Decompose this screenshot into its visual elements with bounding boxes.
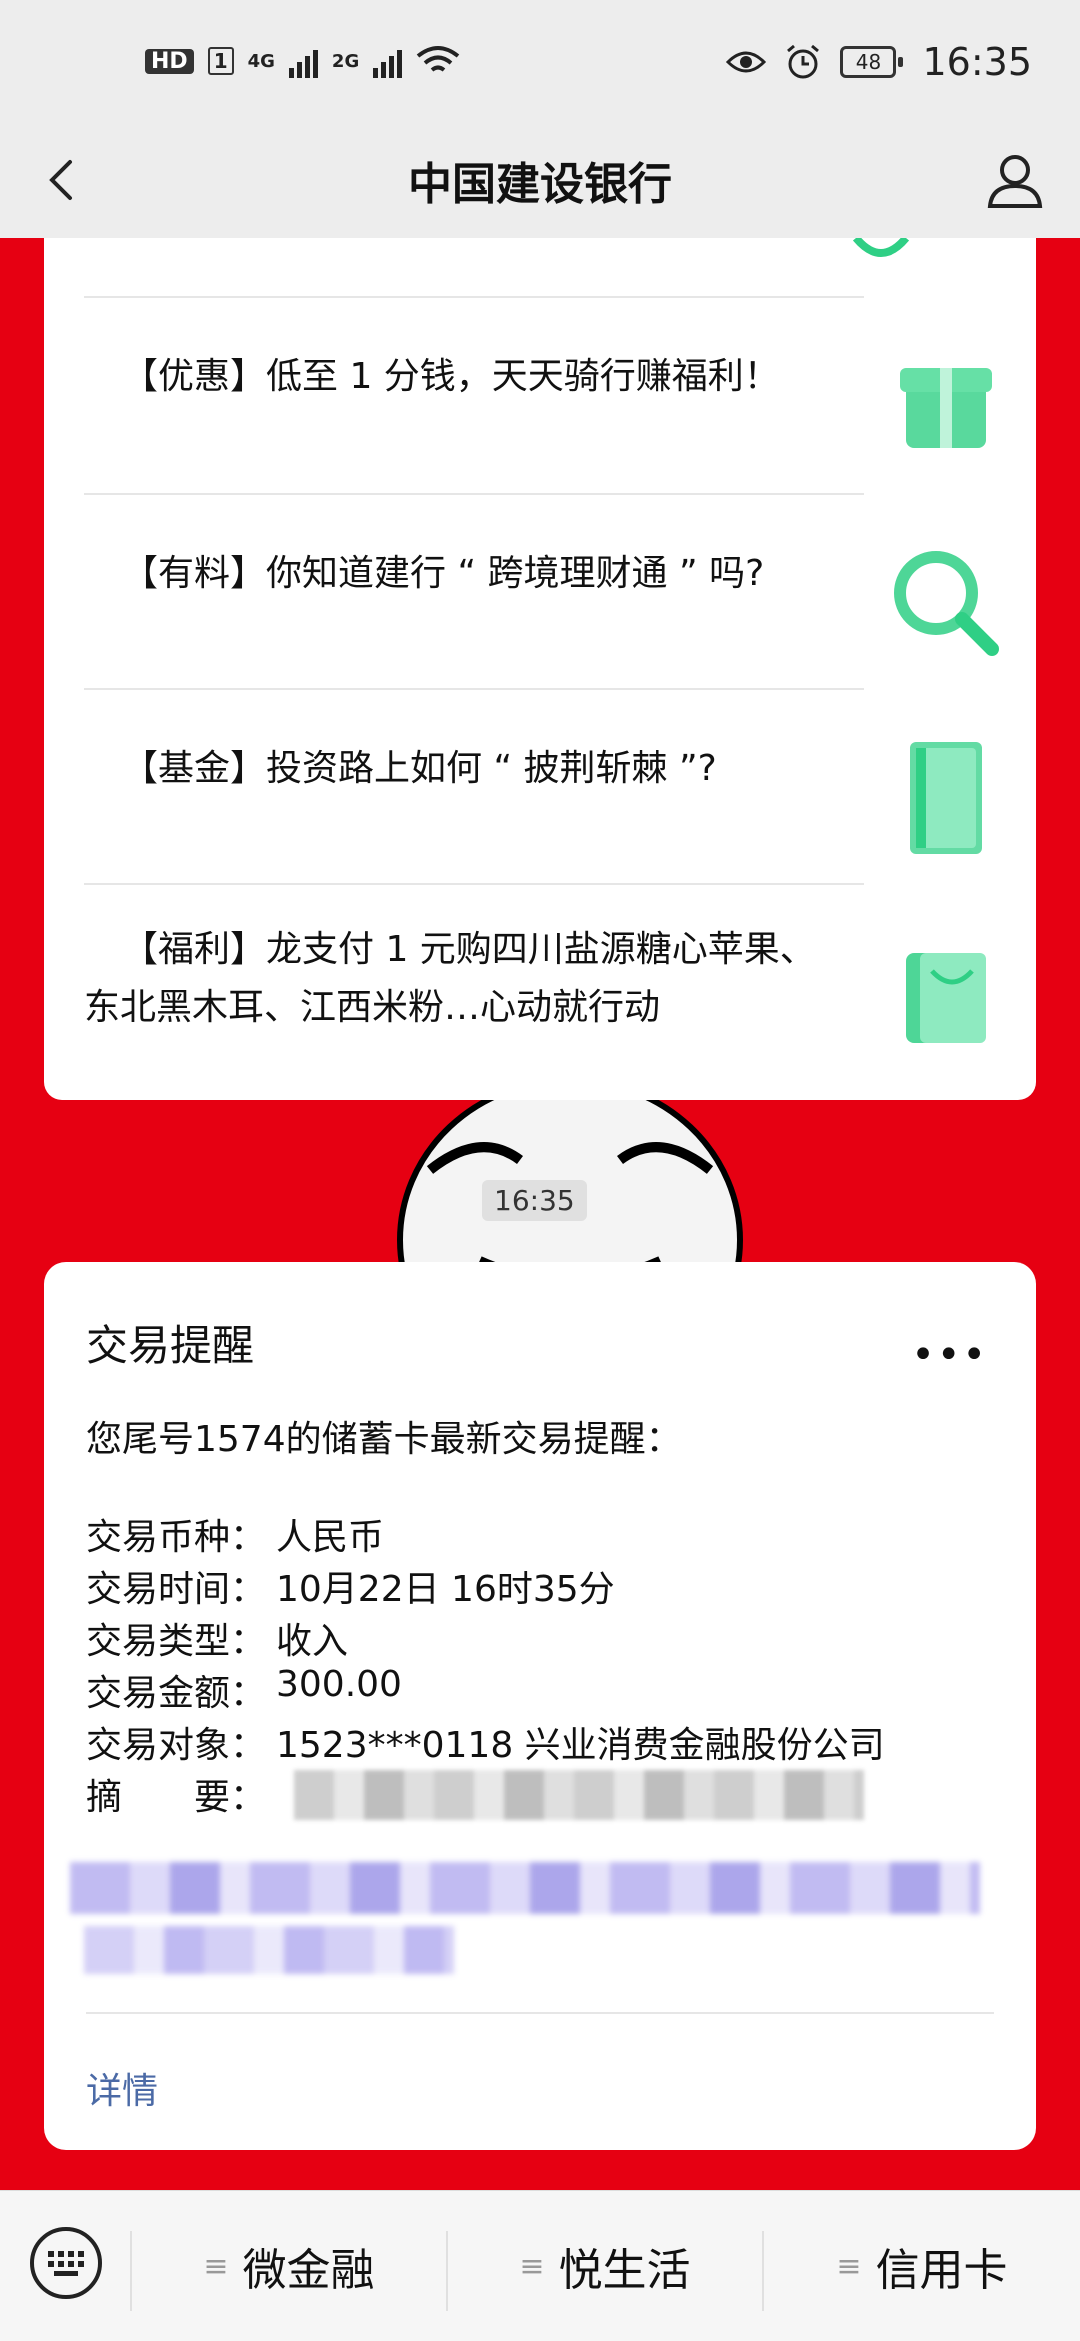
menu-yue-shenghuo[interactable]: ≡ 悦生活 — [448, 2191, 762, 2341]
redacted-summary — [294, 1770, 864, 1820]
detail-key: 摘 要： — [86, 1777, 267, 1818]
feed-item-text-line2: 东北黑木耳、江西米粉…心动就行动 — [84, 987, 661, 1028]
redacted-text — [84, 1926, 454, 1974]
detail-row: 交易金额： 300.00 — [86, 1664, 402, 1716]
feed-item-text: 投资路上如何 “ 披荆斩棘 ”? — [266, 748, 717, 789]
detail-value: 10月22日 16时35分 — [276, 1569, 615, 1610]
gift-icon — [900, 368, 992, 448]
user-profile-icon[interactable] — [980, 146, 1050, 216]
page-title: 中国建设银行 — [408, 159, 672, 210]
divider — [84, 688, 864, 690]
wifi-icon — [416, 46, 460, 72]
feed-item[interactable]: 【福利】龙支付 1 元购四川盐源糖心苹果、 东北黑木耳、江西米粉…心动就行动 — [84, 903, 1016, 1083]
feed-item[interactable]: 【优惠】低至 1 分钱，天天骑行赚福利！ — [84, 318, 1016, 498]
status-bar: HD 1 4G 2G 48 16:35 — [0, 0, 1080, 132]
feed-item[interactable]: 【基金】投资路上如何 “ 披荆斩棘 ”? — [84, 708, 1016, 888]
message-timestamp: 16:35 — [482, 1180, 587, 1221]
eye-icon — [726, 51, 767, 73]
keyboard-icon[interactable] — [28, 2225, 104, 2301]
menu-credit-card[interactable]: ≡ 信用卡 — [764, 2191, 1080, 2341]
more-options-icon[interactable]: ••• — [911, 1332, 988, 1378]
divider — [86, 2012, 994, 2014]
detail-value: 1523***0118 兴业消费金融股份公司 — [276, 1725, 885, 1766]
feed-item[interactable]: 【有料】你知道建行 “ 跨境理财通 ” 吗? — [84, 513, 1016, 693]
detail-value: 收入 — [276, 1621, 349, 1662]
menu-label: 微金融 — [242, 2245, 375, 2296]
clock: 16:35 — [922, 40, 1032, 84]
divider — [84, 296, 864, 298]
signal-icon — [288, 44, 318, 78]
detail-row: 交易币种： 人民币 — [86, 1508, 384, 1560]
detail-row: 交易时间： 10月22日 16时35分 — [86, 1560, 615, 1612]
detail-key: 交易对象： — [86, 1725, 267, 1766]
feed-item-tag: 【优惠】 — [122, 356, 267, 397]
detail-key: 交易金额： — [86, 1673, 267, 1714]
battery-icon: 48 — [840, 46, 904, 78]
detail-value: 300.00 — [276, 1664, 402, 1705]
divider — [84, 493, 864, 495]
detail-row: 交易对象： 1523***0118 兴业消费金融股份公司 — [86, 1716, 885, 1768]
feed-item-text: 龙支付 1 元购四川盐源糖心苹果、 — [266, 929, 816, 970]
divider — [84, 883, 864, 885]
menu-list-icon: ≡ — [519, 2248, 545, 2284]
article-feed-card: 【优惠】低至 1 分钱，天天骑行赚福利！ 【有料】你知道建行 “ 跨境理财通 ”… — [44, 238, 1036, 1100]
detail-key: 交易时间： — [86, 1569, 267, 1610]
feed-item-text: 你知道建行 “ 跨境理财通 ” 吗? — [266, 553, 765, 594]
menu-wei-jinrong[interactable]: ≡ 微金融 — [132, 2191, 446, 2341]
transaction-alert-card[interactable]: 交易提醒 ••• 您尾号1574的储蓄卡最新交易提醒： 交易币种： 人民币 交易… — [44, 1262, 1036, 2150]
sim-badge: 1 — [207, 47, 234, 75]
card-intro: 您尾号1574的储蓄卡最新交易提醒： — [86, 1419, 682, 1460]
detail-value: 人民币 — [276, 1517, 385, 1558]
menu-list-icon: ≡ — [836, 2248, 862, 2284]
detail-row: 摘 要： — [86, 1768, 276, 1820]
card-title: 交易提醒 — [86, 1321, 255, 1370]
menu-label: 信用卡 — [875, 2245, 1008, 2296]
detail-row: 交易类型： 收入 — [86, 1612, 348, 1664]
status-right: 48 16:35 — [726, 40, 1032, 84]
menu-label: 悦生活 — [558, 2245, 691, 2296]
alarm-icon — [787, 44, 820, 79]
signal-4g-label: 4G — [247, 50, 275, 72]
magnifier-icon — [894, 551, 999, 656]
feed-item-tag: 【有料】 — [122, 553, 267, 594]
feed-item-tag: 【基金】 — [122, 748, 267, 789]
details-link[interactable]: 详情 — [86, 2062, 158, 2114]
detail-key: 交易币种： — [86, 1517, 267, 1558]
partial-icon — [852, 238, 910, 257]
feed-item-text: 低至 1 分钱，天天骑行赚福利！ — [266, 356, 780, 397]
signal-icon-2 — [373, 44, 403, 78]
shopping-bag-icon — [906, 953, 986, 1043]
signal-2g-label: 2G — [331, 50, 360, 72]
nav-bar: 中国建设银行 — [0, 132, 1080, 238]
detail-key: 交易类型： — [86, 1621, 267, 1662]
hd-badge: HD — [145, 48, 194, 74]
redacted-text — [70, 1862, 980, 1914]
menu-list-icon: ≡ — [203, 2248, 229, 2284]
book-icon — [910, 742, 982, 854]
network-indicators: HD 1 4G 2G — [145, 44, 460, 78]
feed-item-tag: 【福利】 — [122, 929, 267, 970]
bottom-menu-bar: ≡ 微金融 ≡ 悦生活 ≡ 信用卡 — [0, 2190, 1080, 2341]
